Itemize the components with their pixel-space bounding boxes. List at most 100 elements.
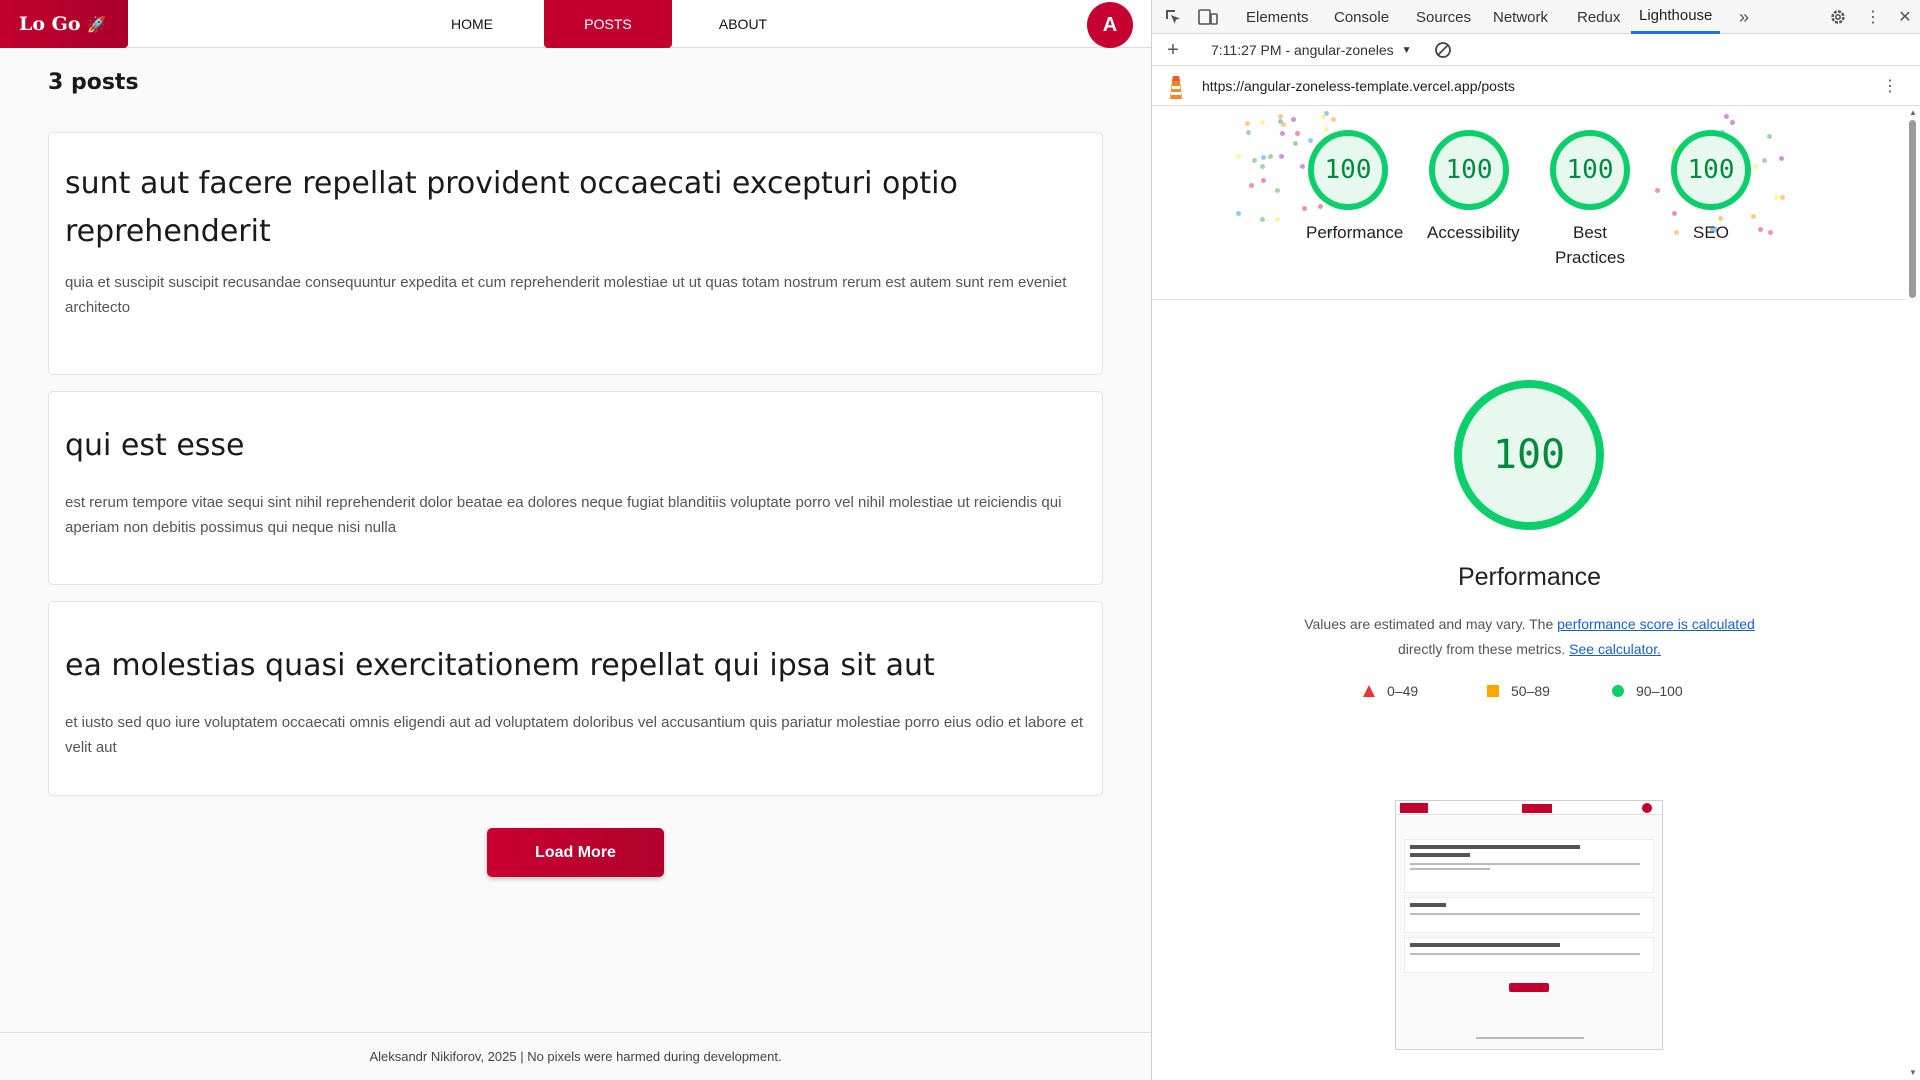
gauge-best-practices[interactable]: 100 Best Practices	[1548, 130, 1632, 270]
post-title: sunt aut facere repellat provident occae…	[65, 166, 958, 249]
post-card[interactable]: ea molestias quasi exercitationem repell…	[48, 601, 1103, 796]
legend-range: 50–89	[1511, 683, 1550, 699]
confetti-dot	[1767, 133, 1773, 139]
tab-sources[interactable]: Sources	[1416, 0, 1471, 34]
confetti-dot	[1245, 129, 1251, 135]
legend-range: 0–49	[1387, 683, 1419, 699]
gauge-score: 100	[1429, 130, 1509, 210]
logo[interactable]: Lo Go 🚀	[0, 0, 128, 48]
devtools-scrollbar-thumb[interactable]	[1909, 120, 1916, 298]
kebab-menu-icon[interactable]: ⋮	[1879, 75, 1901, 97]
rocket-icon: 🚀	[86, 14, 107, 34]
desc-text: Values are estimated and may vary. The	[1304, 616, 1558, 632]
avatar[interactable]: A	[1087, 2, 1133, 48]
confetti-dot	[1729, 120, 1735, 126]
score-calculated-link[interactable]: performance score is calculated	[1557, 616, 1755, 632]
app-header: Lo Go 🚀 HOME POSTS ABOUT A	[0, 0, 1151, 48]
device-toolbar-icon[interactable]	[1197, 6, 1219, 28]
gauge-seo[interactable]: 100 SEO	[1669, 130, 1753, 245]
tab-redux[interactable]: Redux	[1577, 0, 1620, 34]
gauge-label: Accessibility	[1427, 223, 1520, 242]
load-more-button[interactable]: Load More	[487, 828, 664, 877]
desc-text: directly from these metrics.	[1398, 641, 1566, 657]
inspect-element-icon[interactable]	[1162, 6, 1184, 28]
nav-posts[interactable]: POSTS	[544, 0, 672, 48]
confetti-dot	[1248, 183, 1254, 189]
legend-pass: 90–100	[1612, 683, 1683, 699]
confetti-dot	[1724, 113, 1730, 119]
legend-range: 90–100	[1636, 683, 1683, 699]
gauge-score: 100	[1671, 130, 1751, 210]
confetti-dot	[1295, 131, 1301, 137]
confetti-dot	[1279, 153, 1285, 159]
audited-url[interactable]: https://angular-zoneless-template.vercel…	[1202, 78, 1515, 94]
post-card[interactable]: sunt aut facere repellat provident occae…	[48, 132, 1103, 375]
see-calculator-link[interactable]: See calculator.	[1569, 641, 1661, 657]
post-body: est rerum tempore vitae sequi sint nihil…	[65, 494, 1062, 536]
performance-description: Values are estimated and may vary. The p…	[1252, 612, 1807, 662]
report-label: 7:11:27 PM - angular-zoneles	[1211, 42, 1394, 58]
lighthouse-urlbar: https://angular-zoneless-template.vercel…	[1152, 66, 1920, 106]
post-body: quia et suscipit suscipit recusandae con…	[65, 274, 1067, 316]
post-title: qui est esse	[65, 428, 245, 463]
scroll-up-icon[interactable]: ▲	[1909, 108, 1917, 117]
report-selector[interactable]: 7:11:27 PM - angular-zoneles ▼	[1211, 42, 1412, 58]
gear-icon[interactable]	[1827, 6, 1849, 28]
devtools-tabbar: Elements Console Sources Network Redux L…	[1152, 0, 1920, 34]
footer: Aleksandr Nikiforov, 2025 | No pixels we…	[0, 1032, 1151, 1080]
legend-fail: 0–49	[1363, 683, 1418, 699]
close-icon[interactable]: ✕	[1894, 6, 1916, 28]
app-viewport: Lo Go 🚀 HOME POSTS ABOUT A 3 posts sunt …	[0, 0, 1151, 1080]
gauge-accessibility[interactable]: 100 Accessibility	[1427, 130, 1520, 245]
confetti-dot	[1251, 157, 1257, 163]
page-screenshot-thumbnail[interactable]	[1395, 800, 1663, 1050]
confetti-dot	[1757, 227, 1763, 233]
score-legend: 0–49 50–89 90–100	[1152, 683, 1907, 703]
performance-title: Performance	[1457, 563, 1602, 591]
more-tabs-icon[interactable]: »	[1733, 6, 1755, 28]
clear-icon[interactable]	[1432, 39, 1454, 61]
post-count: 3 posts	[48, 70, 139, 95]
tab-network[interactable]: Network	[1493, 0, 1548, 34]
gauge-score: 100	[1550, 130, 1630, 210]
confetti-dot	[1753, 164, 1759, 170]
performance-section: 100 Performance Values are estimated and…	[1152, 300, 1907, 1080]
performance-gauge: 100	[1454, 380, 1604, 530]
confetti-dot	[1761, 157, 1767, 163]
confetti-dot	[1267, 153, 1273, 159]
post-body: et iusto sed quo iure voluptatem occaeca…	[65, 714, 1084, 756]
confetti-dot	[1299, 164, 1305, 170]
logo-text: Lo Go	[19, 13, 81, 35]
confetti-dot	[1275, 216, 1281, 222]
confetti-dot	[1277, 113, 1283, 119]
gauge-performance[interactable]: 100 Performance	[1306, 130, 1404, 245]
confetti-dot	[1260, 155, 1266, 161]
gauge-label: SEO	[1693, 223, 1729, 242]
devtools-panel: Elements Console Sources Network Redux L…	[1151, 0, 1920, 1080]
confetti-dot	[1260, 163, 1266, 169]
confetti-dot	[1655, 187, 1661, 193]
confetti-dot	[1235, 154, 1241, 160]
score-summary: 100 Performance 100 Accessibility 100 Be…	[1152, 107, 1907, 300]
lighthouse-toolbar: + 7:11:27 PM - angular-zoneles ▼	[1152, 34, 1920, 66]
caret-down-icon: ▼	[1401, 44, 1412, 56]
confetti-dot	[1780, 195, 1786, 201]
confetti-dot	[1290, 117, 1296, 123]
nav-about[interactable]: ABOUT	[704, 0, 782, 48]
confetti-dot	[1773, 194, 1779, 200]
tab-lighthouse[interactable]: Lighthouse	[1631, 0, 1721, 34]
tab-console[interactable]: Console	[1334, 0, 1389, 34]
legend-average: 50–89	[1487, 683, 1550, 699]
scroll-down-icon[interactable]: ▼	[1909, 1068, 1917, 1077]
plus-icon[interactable]: +	[1162, 39, 1184, 61]
nav-home[interactable]: HOME	[433, 0, 511, 48]
post-card[interactable]: qui est esse est rerum tempore vitae seq…	[48, 391, 1103, 585]
confetti-dot	[1245, 121, 1251, 127]
kebab-menu-icon[interactable]: ⋮	[1862, 6, 1884, 28]
confetti-dot	[1260, 217, 1266, 223]
gauge-score: 100	[1308, 130, 1388, 210]
gauge-label: Performance	[1306, 223, 1404, 242]
confetti-dot	[1293, 141, 1299, 147]
tab-elements[interactable]: Elements	[1246, 0, 1309, 34]
confetti-dot	[1261, 178, 1267, 184]
